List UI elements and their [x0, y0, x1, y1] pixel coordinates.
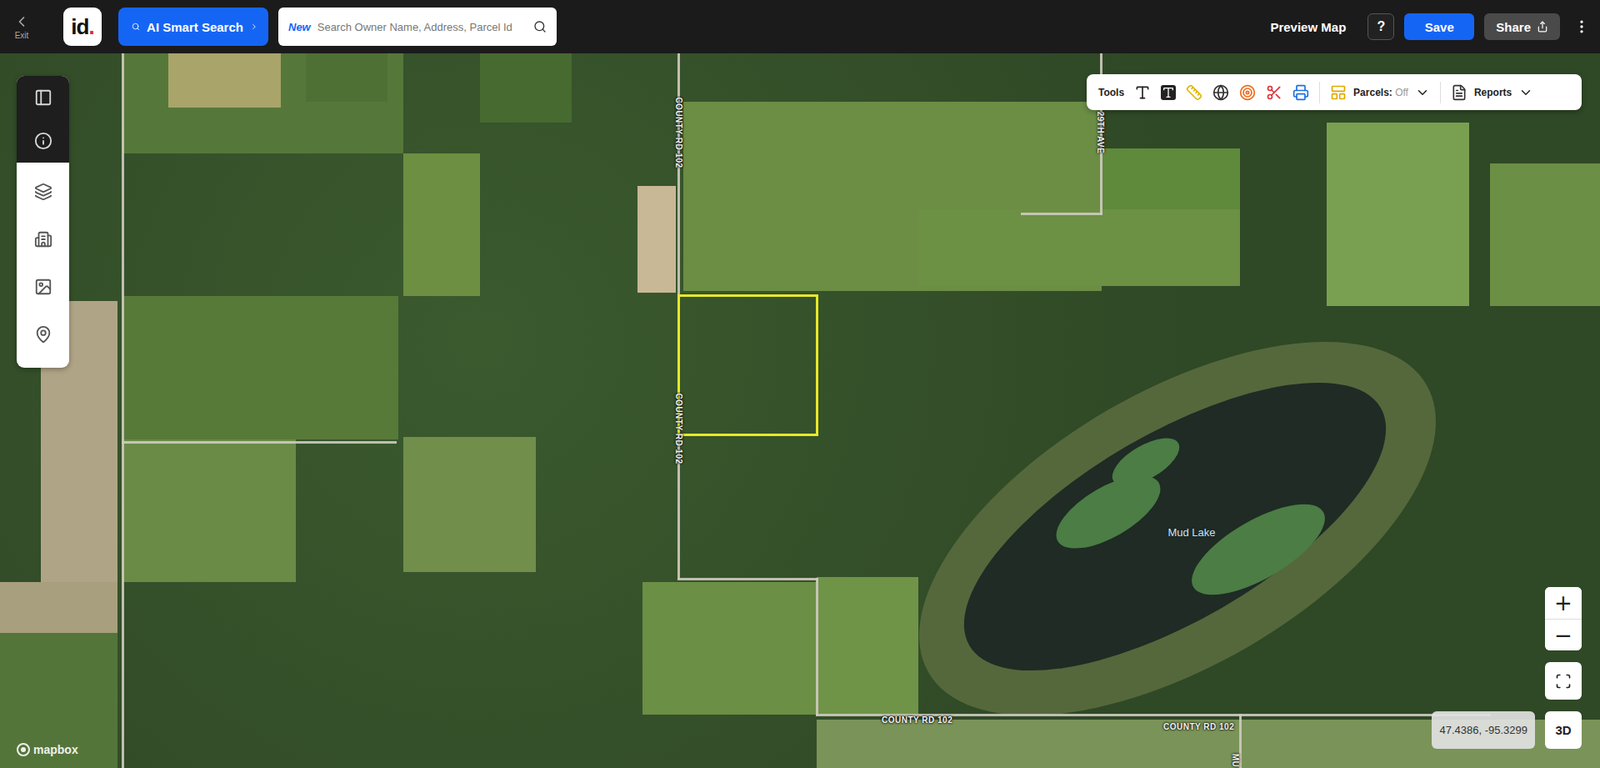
road: [677, 577, 818, 580]
field-area: [168, 53, 281, 108]
mapbox-attribution[interactable]: mapbox: [16, 742, 79, 756]
panel-icon: [34, 88, 53, 107]
road: [121, 53, 125, 768]
tools-label: Tools: [1098, 86, 1125, 99]
ai-search-button[interactable]: AI Smart Search: [118, 7, 269, 46]
map-controls: +− 47.4386, -95.3299 3D: [1431, 586, 1582, 749]
new-badge: New: [288, 20, 311, 34]
ruler-icon: [1185, 84, 1203, 101]
field-area: [1326, 122, 1470, 306]
recenter-button[interactable]: [1545, 661, 1582, 700]
info-button[interactable]: [16, 119, 70, 163]
side-panel: [16, 75, 70, 368]
field-area: [403, 436, 536, 572]
tools-bar: Tools Parcels: Off Reports: [1086, 74, 1582, 110]
imagery-button[interactable]: [16, 262, 70, 310]
print-tool[interactable]: [1292, 84, 1310, 101]
layers-icon: [34, 182, 53, 201]
field-area: [122, 439, 296, 582]
target-icon: [1239, 84, 1256, 101]
map[interactable]: COUNTY RD 102 COUNTY RD 102 COUNTY RD 102 C…: [0, 53, 1600, 768]
top-bar: Exit id. AI Smart Search New Preview Map? Sav…: [0, 0, 1600, 54]
mapbox-icon: [16, 742, 30, 756]
zoom-out-button[interactable]: −: [1545, 618, 1582, 650]
globe-icon: [1212, 84, 1230, 101]
more-button[interactable]: [1573, 18, 1590, 35]
buildings-button[interactable]: [16, 215, 70, 263]
road-label: COUNTY RD 102: [1163, 721, 1235, 731]
field-area: [1101, 148, 1240, 215]
add-pin-button[interactable]: [16, 310, 70, 358]
road-label: 29TH AVE: [1095, 111, 1105, 155]
field-area: [0, 581, 118, 633]
parcels-dropdown[interactable]: Parcels: Off: [1330, 84, 1430, 101]
pin-icon: [34, 325, 53, 344]
text-tool[interactable]: [1134, 84, 1151, 101]
road-label: COUNTY RD 102: [674, 96, 684, 168]
share-icon: [1536, 20, 1549, 33]
radius-tool[interactable]: [1239, 84, 1256, 101]
help-button[interactable]: ?: [1367, 13, 1395, 40]
text-box-icon: [1161, 85, 1175, 100]
road: [815, 577, 819, 715]
field-area: [642, 581, 816, 715]
measure-tool[interactable]: [1185, 84, 1203, 101]
chevron-down-icon: [1518, 85, 1534, 100]
toggle-panel-button[interactable]: [16, 75, 70, 120]
chevron-left-icon: [13, 13, 30, 30]
road: [121, 440, 397, 444]
lake-label: Mud Lake: [1167, 525, 1215, 539]
zoom-controls: +−: [1545, 586, 1582, 650]
coordinates: 47.4386, -95.3299: [1431, 710, 1535, 749]
buildings-icon: [34, 230, 53, 249]
image-icon: [34, 277, 53, 296]
share-button[interactable]: Share: [1484, 13, 1560, 40]
field-area: [816, 576, 919, 715]
recenter-icon: [1555, 672, 1572, 690]
chevron-right-icon: [250, 20, 259, 34]
cut-tool[interactable]: [1265, 84, 1283, 101]
road: [1020, 212, 1103, 215]
3d-button[interactable]: 3D: [1545, 710, 1582, 749]
exit-button[interactable]: Exit: [5, 13, 39, 40]
zoom-in-button[interactable]: +: [1545, 586, 1582, 619]
search-input[interactable]: [315, 20, 529, 35]
label-tool[interactable]: [1160, 85, 1176, 100]
save-button[interactable]: Save: [1404, 13, 1475, 40]
field-area: [637, 185, 675, 294]
field-area: [480, 53, 572, 123]
layers-button[interactable]: [16, 167, 70, 215]
road: [815, 713, 1241, 716]
search-icon[interactable]: [533, 20, 547, 34]
reports-icon: [1450, 84, 1468, 101]
globe-tool[interactable]: [1212, 84, 1230, 101]
app: Exit id. AI Smart Search New Preview Map? Sav…: [0, 0, 1600, 768]
text-icon: [1134, 84, 1151, 101]
scissors-icon: [1265, 84, 1283, 101]
printer-icon: [1292, 84, 1310, 101]
more-icon: [1573, 18, 1590, 35]
field-area: [403, 153, 480, 296]
field-area: [1490, 163, 1600, 306]
road-label: COUNTY RD 102: [881, 715, 953, 725]
chevron-down-icon: [1415, 85, 1430, 100]
preview-map-link[interactable]: Preview Map: [1270, 20, 1346, 35]
parcel-outline[interactable]: [677, 294, 819, 436]
road-label: MU: [1230, 753, 1240, 768]
field-area: [918, 209, 1240, 286]
field-area: [122, 295, 399, 439]
logo[interactable]: id.: [63, 7, 102, 46]
info-icon: [34, 131, 53, 150]
parcels-icon: [1330, 84, 1347, 101]
search-box: New: [278, 7, 557, 46]
road-label: COUNTY RD 102: [674, 392, 684, 464]
search-icon: [131, 20, 140, 34]
field-area: [305, 53, 388, 102]
reports-dropdown[interactable]: Reports: [1450, 84, 1534, 101]
